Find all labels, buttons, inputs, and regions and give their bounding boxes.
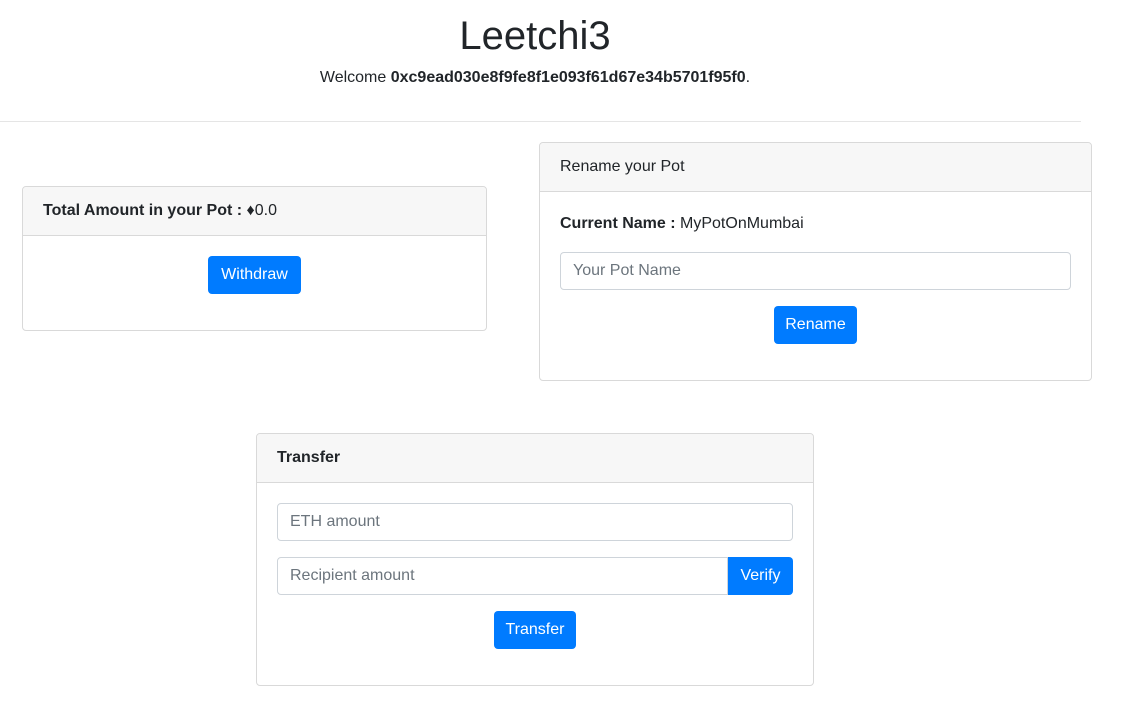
recipient-input-group: Verify [277,557,793,595]
welcome-suffix: . [745,69,751,86]
pot-amount-body: Withdraw [23,236,486,314]
transfer-body: Verify Transfer [257,483,813,669]
header-divider [0,121,1081,122]
pot-amount-value: 0.0 [254,202,277,219]
welcome-prefix: Welcome [319,69,391,86]
welcome-message: Welcome 0xc9ead030e8f9fe8f1e093f61d67e34… [0,68,1070,88]
recipient-input[interactable] [277,557,728,595]
app-title: Leetchi3 [459,14,611,58]
rename-pot-header: Rename your Pot [540,143,1091,192]
wallet-address: 0xc9ead030e8f9fe8f1e093f61d67e34b5701f95… [390,69,746,86]
eth-icon: ♦ [246,202,255,219]
pot-name-input[interactable] [560,252,1071,290]
pot-amount-header: Total Amount in your Pot : ♦ 0.0 [23,187,486,236]
transfer-card: Transfer Verify Transfer [256,433,814,686]
current-name-value: MyPotOnMumbai [680,215,804,232]
rename-button[interactable]: Rename [774,306,857,344]
transfer-header: Transfer [257,434,813,483]
current-name-label: Current Name : [560,215,676,232]
rename-pot-card: Rename your Pot Current Name : MyPotOnMu… [539,142,1092,381]
transfer-button[interactable]: Transfer [494,611,576,649]
rename-pot-body: Current Name : MyPotOnMumbai Rename [540,192,1091,364]
verify-button[interactable]: Verify [728,557,793,595]
pot-amount-card: Total Amount in your Pot : ♦ 0.0 Withdraw [22,186,487,331]
withdraw-button[interactable]: Withdraw [208,256,301,294]
current-name: Current Name : MyPotOnMumbai [560,212,1071,236]
eth-amount-input[interactable] [277,503,793,541]
pot-amount-label: Total Amount in your Pot : [43,202,243,219]
